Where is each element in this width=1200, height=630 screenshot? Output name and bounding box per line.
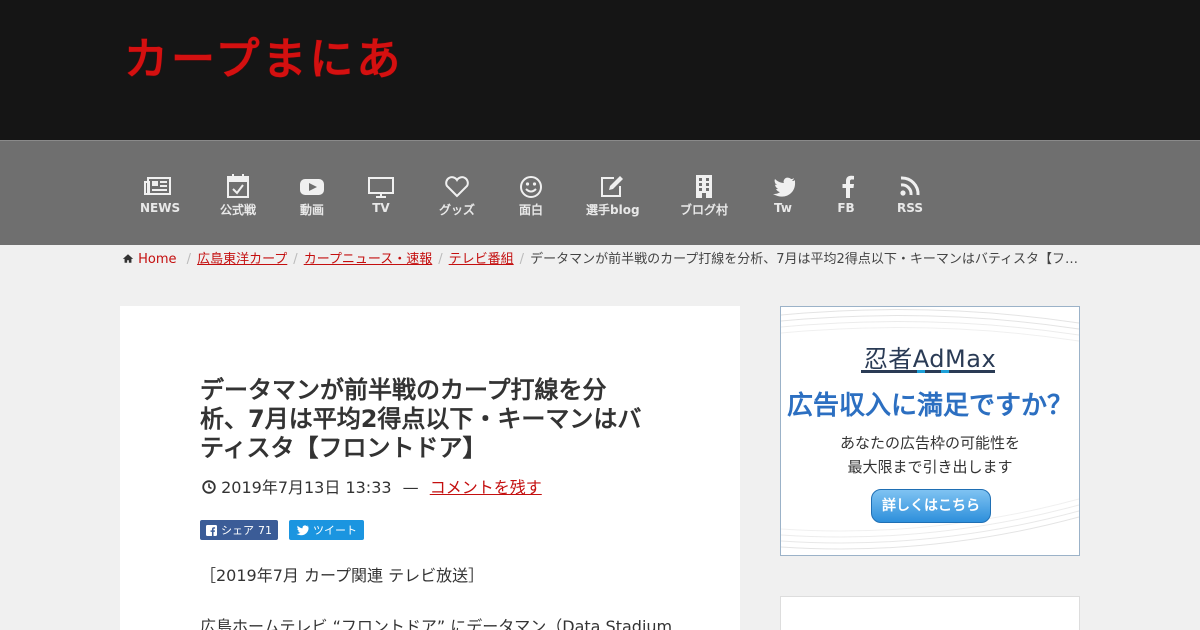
nav-item-blog-village[interactable]: ブログ村 (679, 173, 729, 218)
breadcrumb-current: データマンが前半戦のカープ打線を分析、7月は平均2得点以下・キーマンはバティスタ… (530, 252, 1082, 267)
article-body-line: ［2019年7月 カープ関連 テレビ放送］ (200, 566, 485, 585)
site-logo[interactable]: カープまにあ (124, 30, 403, 90)
breadcrumb-home[interactable]: Home (122, 252, 181, 267)
nav-item-tv[interactable]: TV (367, 173, 395, 215)
nav-item-videos[interactable]: 動画 (298, 173, 326, 218)
clock-icon (202, 480, 216, 494)
nav-item-news[interactable]: NEWS (140, 173, 181, 215)
breadcrumb-separator: / (186, 252, 192, 267)
sidebar-ad[interactable]: 忍者AdMax 広告収入に満足ですか？ あなたの広告枠の可能性を 最大限まで引き… (780, 306, 1080, 556)
heart-icon (445, 176, 469, 198)
ad-subtext-line: あなたの広告枠の可能性を (839, 434, 1020, 452)
twitter-icon (773, 177, 796, 197)
sidebar-widget (780, 596, 1080, 630)
article-date: 2019年7月13日 13:33 (221, 478, 392, 497)
nav-item-funny[interactable]: 面白 (517, 173, 545, 218)
facebook-share-count: 71 (258, 523, 272, 537)
breadcrumb-home-link[interactable]: Home (138, 252, 176, 267)
nav-label: 面白 (518, 203, 543, 217)
nav-label: Tw (774, 201, 792, 215)
article-title: データマンが前半戦のカープ打線を分析、7月は平均2得点以下・キーマンはバティスタ… (200, 376, 642, 462)
youtube-icon (300, 179, 324, 195)
facebook-icon (842, 175, 854, 198)
tweet-label: ツイート (313, 524, 357, 537)
meta-separator: — (402, 478, 419, 497)
rss-icon (900, 176, 920, 196)
nav-label: 動画 (299, 203, 324, 217)
ad-details-button[interactable]: 詳しくはこちら (871, 489, 991, 523)
nav-item-goods[interactable]: グッズ (438, 173, 476, 218)
nav-item-facebook[interactable]: FB (834, 173, 858, 215)
nav-item-rss[interactable]: RSS (896, 173, 924, 215)
site-header: カープまにあ (0, 0, 1200, 140)
facebook-share-button[interactable]: シェア 71 (200, 520, 278, 540)
breadcrumb-item-news[interactable]: カープニュース・速報 (304, 252, 433, 267)
main-nav: NEWS 公式戦 動画 TV グッズ 面白 選手blog ブログ村 Tw FB … (0, 140, 1200, 245)
ad-subtext: あなたの広告枠の可能性を 最大限まで引き出します (781, 431, 1079, 479)
smile-icon (520, 176, 542, 198)
home-icon (122, 254, 134, 263)
comment-link[interactable]: コメントを残す (430, 478, 542, 497)
nav-label: ブログ村 (679, 203, 728, 217)
nav-label: 公式戦 (219, 203, 256, 217)
share-buttons: シェア 71 ツイート (200, 520, 364, 540)
facebook-icon (206, 524, 217, 536)
article-card: データマンが前半戦のカープ打線を分析、7月は平均2得点以下・キーマンはバティスタ… (120, 306, 740, 630)
breadcrumb-item-tv[interactable]: テレビ番組 (449, 252, 514, 267)
nav-label: グッズ (438, 203, 475, 217)
breadcrumb-separator: / (293, 252, 298, 267)
nav-label: 選手blog (586, 203, 640, 217)
ad-brand-underline (861, 370, 995, 373)
ad-headline: 広告収入に満足ですか？ (786, 391, 1073, 421)
twitter-icon (296, 524, 309, 535)
article-body-line: 広島ホームテレビ “フロントドア” にデータマン（Data Stadium (200, 617, 673, 630)
tweet-button[interactable]: ツイート (289, 520, 364, 540)
newspaper-icon (144, 177, 171, 195)
ad-brand: 忍者AdMax (863, 345, 997, 373)
facebook-share-label: シェア (221, 524, 254, 537)
breadcrumb-item-carp[interactable]: 広島東洋カープ (197, 252, 287, 267)
nav-item-twitter[interactable]: Tw (770, 173, 796, 215)
nav-label: RSS (897, 201, 923, 215)
nav-label: TV (372, 201, 390, 215)
calendar-check-icon (227, 174, 249, 198)
nav-item-official-games[interactable]: 公式戦 (218, 173, 258, 218)
article-meta: 2019年7月13日 13:33 — コメントを残す (202, 474, 542, 498)
edit-icon (601, 176, 623, 197)
breadcrumb-separator: / (519, 252, 525, 267)
nav-label: FB (837, 201, 855, 215)
nav-item-player-blog[interactable]: 選手blog (586, 173, 640, 218)
breadcrumb-separator: / (438, 252, 443, 267)
nav-label: NEWS (140, 201, 181, 215)
breadcrumb: Home / 広島東洋カープ / カープニュース・速報 / テレビ番組 / データマンが前半戦… (122, 248, 1082, 267)
ad-subtext-line: 最大限まで引き出します (847, 458, 1013, 476)
building-icon (696, 175, 712, 198)
tv-icon (368, 177, 394, 198)
